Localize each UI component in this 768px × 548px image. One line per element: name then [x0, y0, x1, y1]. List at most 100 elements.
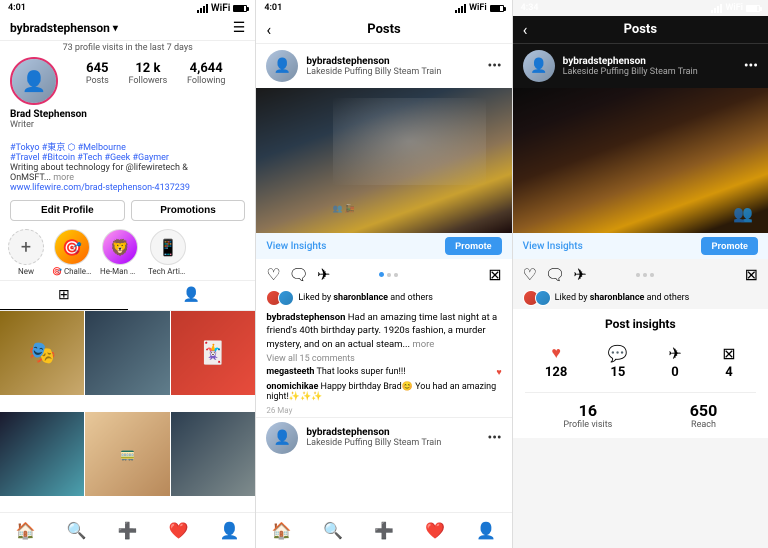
tech-circle: 📱: [150, 229, 186, 265]
highlight-challenge[interactable]: 🎯 🎯 Challenge: [52, 229, 92, 276]
highlight-new[interactable]: + New: [8, 229, 44, 276]
back-button-3[interactable]: ‹: [523, 20, 528, 39]
nav-profile-2[interactable]: 👤: [470, 519, 502, 542]
menu-button[interactable]: ☰: [233, 20, 246, 36]
insights-view-link[interactable]: View Insights: [523, 241, 583, 252]
grid-tabs: ⊞ 👤: [0, 280, 255, 311]
insights-share-icon[interactable]: ✈: [573, 265, 586, 284]
nav-search-1[interactable]: 🔍: [61, 519, 93, 542]
liker-avatar-2: [278, 290, 294, 306]
liker-name[interactable]: sharonblance: [333, 293, 388, 303]
insights-liker-name[interactable]: sharonblance: [590, 293, 645, 303]
insights-posts-header: ‹ Posts: [513, 16, 768, 44]
photo-cell-4[interactable]: [0, 412, 84, 496]
profile-about: Writing about technology for @lifewirete…: [10, 163, 245, 183]
nav-add-2[interactable]: ➕: [368, 519, 400, 542]
next-post-username[interactable]: bybradstephenson: [306, 427, 479, 438]
profile-link[interactable]: www.lifewire.com/brad-stephenson-4137239: [10, 183, 245, 193]
insights-like-icon[interactable]: ♡: [523, 265, 537, 284]
heman-circle: 🦁: [102, 229, 138, 265]
carousel-indicator: [379, 272, 398, 277]
dot-1: [379, 272, 384, 277]
caption-username[interactable]: bybradstephenson: [266, 312, 345, 323]
photo-cell-2[interactable]: [85, 311, 169, 395]
nav-profile-1[interactable]: 👤: [214, 519, 246, 542]
highlight-tech[interactable]: 📱 Tech Articles: [148, 229, 188, 276]
highlights-row: + New 🎯 🎯 Challenge 🦁 He-Man Mo... 📱 Tec…: [0, 225, 255, 280]
back-button-2[interactable]: ‹: [266, 20, 271, 39]
profile-info: 👤 645 Posts 12 k Followers 4,644 Followi…: [0, 55, 255, 109]
comment-heart-1[interactable]: ♥: [496, 367, 501, 378]
status-icons-1: WiFi: [197, 3, 247, 14]
post-user-info: bybradstephenson Lakeside Puffing Billy …: [306, 56, 479, 77]
challenge-circle: 🎯: [54, 229, 90, 265]
grid-tab-tagged[interactable]: 👤: [128, 281, 256, 310]
photo-cell-1[interactable]: 🎭: [0, 311, 84, 395]
insights-post-username[interactable]: bybradstephenson: [563, 56, 736, 67]
post-options-button[interactable]: •••: [487, 58, 501, 74]
insights-post-actions: ♡ 🗨 ✈ ⊠: [513, 259, 768, 290]
nav-likes-1[interactable]: ❤️: [163, 519, 195, 542]
nav-add-1[interactable]: ➕: [112, 519, 144, 542]
profile-visits-value: 16: [563, 401, 612, 420]
photo-cell-3[interactable]: 🃏: [171, 311, 255, 395]
reach-label: Reach: [690, 420, 718, 430]
insights-carousel-indicator: [636, 273, 654, 277]
avatar[interactable]: 👤: [10, 57, 58, 105]
photo-cell-6[interactable]: [171, 412, 255, 496]
profile-bio: Brad Stephenson Writer #Tokyo #東京 ⬡ #Mel…: [0, 109, 255, 196]
view-insights-link[interactable]: View Insights: [266, 241, 326, 252]
liked-row: Liked by sharonblance and others: [256, 290, 511, 309]
commenter-1[interactable]: megasteeth: [266, 367, 314, 377]
caption-more[interactable]: more: [412, 339, 434, 350]
profile-username[interactable]: bybradstephenson ▾: [10, 21, 118, 35]
signal-icon: [197, 4, 208, 13]
metric-comments: 💬 15: [608, 344, 628, 380]
photo-cell-5[interactable]: 🚃: [85, 412, 169, 496]
profile-header: bybradstephenson ▾ ☰: [0, 16, 255, 41]
nav-home-2[interactable]: 🏠: [266, 519, 298, 542]
insights-promote-button[interactable]: Promote: [701, 237, 758, 255]
edit-profile-button[interactable]: Edit Profile: [10, 200, 125, 221]
status-time-3: 4:34: [521, 3, 539, 13]
share-button[interactable]: ✈: [317, 265, 330, 284]
saves-icon: ⊠: [722, 344, 735, 363]
stat-followers[interactable]: 12 k Followers: [129, 61, 168, 86]
nav-likes-2[interactable]: ❤️: [419, 519, 451, 542]
promotions-button[interactable]: Promotions: [131, 200, 246, 221]
followers-label: Followers: [129, 76, 168, 86]
bookmark-button[interactable]: ⊠: [488, 265, 501, 284]
comments-icon: 💬: [608, 344, 628, 363]
view-comments-link[interactable]: View all 15 comments: [256, 353, 511, 365]
posts-title: Posts: [367, 22, 400, 37]
metric-shares: ✈ 0: [668, 344, 681, 380]
promote-button[interactable]: Promote: [445, 237, 502, 255]
insights-bookmark-icon[interactable]: ⊠: [745, 265, 758, 284]
insights-post-options[interactable]: •••: [744, 58, 758, 74]
nav-home-1[interactable]: 🏠: [10, 519, 42, 542]
insights-liker-avatars: [523, 290, 551, 306]
comment-button[interactable]: 🗨: [289, 265, 309, 284]
insights-view-bar: View Insights Promote: [513, 233, 768, 259]
metric-saves: ⊠ 4: [722, 344, 735, 380]
metric-likes: ♥ 128: [545, 343, 567, 380]
next-post-options[interactable]: •••: [487, 430, 501, 446]
commenter-2[interactable]: onomichikae: [266, 382, 318, 392]
insights-post-user-info: bybradstephenson Lakeside Puffing Billy …: [563, 56, 736, 77]
wifi-icon-2: WiFi: [469, 3, 487, 13]
stat-following[interactable]: 4,644 Following: [187, 61, 226, 86]
post-insights-title: Post insights: [525, 317, 756, 331]
post-username[interactable]: bybradstephenson: [306, 56, 479, 67]
nav-search-2[interactable]: 🔍: [317, 519, 349, 542]
grid-tab-posts[interactable]: ⊞: [0, 281, 128, 310]
saves-value: 4: [722, 365, 735, 380]
liker-avatars: [266, 290, 294, 306]
like-button[interactable]: ♡: [266, 265, 280, 284]
highlight-heman[interactable]: 🦁 He-Man Mo...: [100, 229, 140, 276]
posts-header: ‹ Posts: [256, 16, 511, 44]
reach-value: 650: [690, 401, 718, 420]
insights-comment-icon[interactable]: 🗨: [545, 265, 565, 284]
insights-stats: 16 Profile visits 650 Reach: [525, 392, 756, 430]
wifi-icon-3: WiFi: [725, 3, 743, 13]
stat-profile-visits: 16 Profile visits: [563, 401, 612, 430]
